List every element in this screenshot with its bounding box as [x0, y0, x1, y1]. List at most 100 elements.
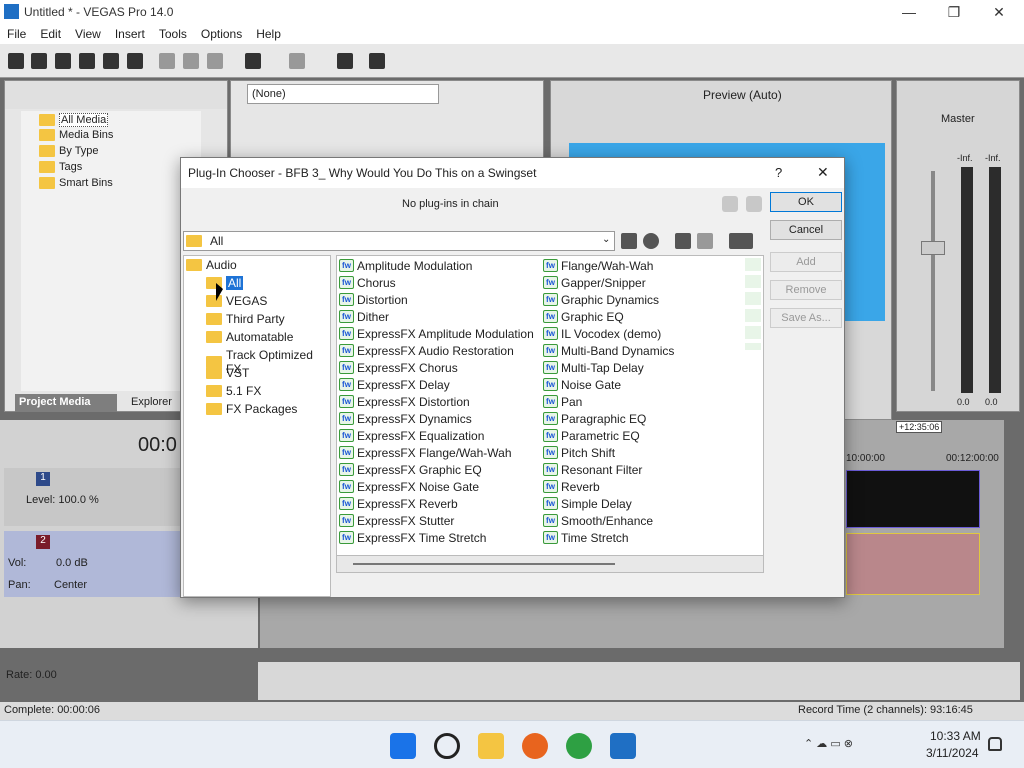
- plugin-item[interactable]: fw ExpressFX Graphic EQ: [339, 461, 482, 478]
- clock-time[interactable]: 10:33 AM: [930, 729, 981, 743]
- tool-icon[interactable]: [337, 53, 353, 69]
- plugin-item[interactable]: fw Smooth/Enhance: [543, 512, 653, 529]
- refresh-icon[interactable]: [643, 233, 659, 249]
- plugin-item[interactable]: fw ExpressFX Equalization: [339, 427, 484, 444]
- cancel-button[interactable]: Cancel: [770, 220, 842, 240]
- plugin-item[interactable]: fw ExpressFX Reverb: [339, 495, 458, 512]
- plugin-item[interactable]: fw Multi-Tap Delay: [543, 359, 644, 376]
- add-button[interactable]: Add: [770, 252, 842, 272]
- plugin-item[interactable]: fw Amplitude Modulation: [339, 257, 472, 274]
- save-as-button[interactable]: Save As...: [770, 308, 842, 328]
- media-filter-combo[interactable]: (None): [247, 84, 439, 104]
- notification-icon[interactable]: [988, 737, 1002, 751]
- plugin-item[interactable]: fw ExpressFX Flange/Wah-Wah: [339, 444, 512, 461]
- render-icon[interactable]: [103, 53, 119, 69]
- paste-icon[interactable]: [207, 53, 223, 69]
- plugin-item[interactable]: fw Multi-Band Dynamics: [543, 342, 674, 359]
- tree-item-all-media[interactable]: All Media: [39, 113, 109, 127]
- plugin-list-scrollbar[interactable]: [336, 555, 764, 573]
- redo-icon[interactable]: [289, 53, 305, 69]
- minimize-button[interactable]: —: [886, 0, 932, 24]
- chain-move-left-icon[interactable]: [722, 196, 738, 212]
- vegas-taskbar-icon[interactable]: [610, 733, 636, 759]
- close-window-button[interactable]: ✕: [976, 0, 1022, 24]
- chrome-icon[interactable]: [566, 733, 592, 759]
- audio-event[interactable]: [846, 533, 980, 595]
- file-explorer-icon[interactable]: [478, 733, 504, 759]
- filter-combo[interactable]: All ⌄: [183, 231, 615, 251]
- plugin-item[interactable]: fw Dither: [339, 308, 389, 325]
- master-fader-handle[interactable]: [921, 241, 945, 255]
- dialog-close-button[interactable]: ✕: [817, 164, 829, 181]
- remove-plugin-icon[interactable]: [697, 233, 713, 249]
- tree-item-third-party[interactable]: Third Party: [206, 312, 285, 326]
- plugin-item[interactable]: fw Flange/Wah-Wah: [543, 257, 653, 274]
- clock-date[interactable]: 3/11/2024: [926, 746, 979, 760]
- scrollbar-thumb[interactable]: [353, 563, 615, 565]
- plugin-item[interactable]: fw ExpressFX Audio Restoration: [339, 342, 514, 359]
- menu-file[interactable]: File: [0, 27, 33, 41]
- menu-help[interactable]: Help: [249, 27, 288, 41]
- remove-button[interactable]: Remove: [770, 280, 842, 300]
- add-plugin-icon[interactable]: [675, 233, 691, 249]
- menu-view[interactable]: View: [68, 27, 108, 41]
- dialog-help-button[interactable]: ?: [775, 165, 782, 180]
- firefox-icon[interactable]: [522, 733, 548, 759]
- tree-item-audio[interactable]: Audio: [186, 258, 237, 272]
- plugin-item[interactable]: fw ExpressFX Dynamics: [339, 410, 472, 427]
- menu-tools[interactable]: Tools: [152, 27, 194, 41]
- plugin-item[interactable]: fw Reverb: [543, 478, 600, 495]
- plugin-item[interactable]: fw Paragraphic EQ: [543, 410, 646, 427]
- tree-item-smart-bins[interactable]: Smart Bins: [39, 177, 113, 189]
- chain-move-right-icon[interactable]: [746, 196, 762, 212]
- plugin-item[interactable]: fw ExpressFX Time Stretch: [339, 529, 486, 546]
- video-event[interactable]: [846, 470, 980, 528]
- cut-icon[interactable]: [159, 53, 175, 69]
- plugin-item[interactable]: fw Resonant Filter: [543, 461, 642, 478]
- copy-icon[interactable]: [183, 53, 199, 69]
- plugin-item[interactable]: fw Noise Gate: [543, 376, 621, 393]
- plugin-item[interactable]: fw Parametric EQ: [543, 427, 640, 444]
- restore-button[interactable]: ❐: [931, 0, 977, 24]
- tree-item-5-1-fx[interactable]: 5.1 FX: [206, 384, 261, 398]
- plugin-item[interactable]: fw ExpressFX Distortion: [339, 393, 470, 410]
- tree-item-fx-packages[interactable]: FX Packages: [206, 402, 297, 416]
- save-as-icon[interactable]: [79, 53, 95, 69]
- plugin-item[interactable]: fw Simple Delay: [543, 495, 632, 512]
- plugin-item[interactable]: fw Gapper/Snipper: [543, 274, 646, 291]
- plugin-item[interactable]: fw Pan: [543, 393, 582, 410]
- view-options-icon[interactable]: [729, 233, 753, 249]
- plugin-item[interactable]: fw Time Stretch: [543, 529, 629, 546]
- tree-item-tags[interactable]: Tags: [39, 161, 82, 173]
- plugin-item[interactable]: fw Graphic Dynamics: [543, 291, 659, 308]
- start-icon[interactable]: [390, 733, 416, 759]
- plugin-item[interactable]: fw ExpressFX Noise Gate: [339, 478, 479, 495]
- menu-edit[interactable]: Edit: [33, 27, 68, 41]
- plugin-item[interactable]: fw Chorus: [339, 274, 396, 291]
- open-icon[interactable]: [31, 53, 47, 69]
- tree-item-automatable[interactable]: Automatable: [206, 330, 293, 344]
- up-folder-icon[interactable]: [621, 233, 637, 249]
- search-icon[interactable]: [434, 733, 460, 759]
- menu-options[interactable]: Options: [194, 27, 249, 41]
- plugin-item[interactable]: fw Pitch Shift: [543, 444, 615, 461]
- menu-insert[interactable]: Insert: [108, 27, 152, 41]
- plugin-item[interactable]: fw ExpressFX Stutter: [339, 512, 454, 529]
- ok-button[interactable]: OK: [770, 192, 842, 212]
- tab-project-media[interactable]: Project Media: [15, 394, 117, 412]
- new-icon[interactable]: [8, 53, 24, 69]
- plugin-item[interactable]: fw ExpressFX Amplitude Modulation: [339, 325, 534, 342]
- tree-item-media-bins[interactable]: Media Bins: [39, 129, 113, 141]
- properties-icon[interactable]: [127, 53, 143, 69]
- preview-quality-label[interactable]: Preview (Auto): [703, 88, 782, 102]
- tree-item-by-type[interactable]: By Type: [39, 145, 99, 157]
- tree-item-vst[interactable]: VST: [206, 366, 249, 380]
- whats-this-icon[interactable]: [369, 53, 385, 69]
- plugin-item[interactable]: fw ExpressFX Delay: [339, 376, 450, 393]
- plugin-item[interactable]: fw IL Vocodex (demo): [543, 325, 661, 342]
- plugin-item[interactable]: fw ExpressFX Chorus: [339, 359, 458, 376]
- plugin-item[interactable]: fw Graphic EQ: [543, 308, 624, 325]
- plugin-item[interactable]: fw Distortion: [339, 291, 408, 308]
- save-icon[interactable]: [55, 53, 71, 69]
- tree-item-all[interactable]: All: [206, 276, 244, 290]
